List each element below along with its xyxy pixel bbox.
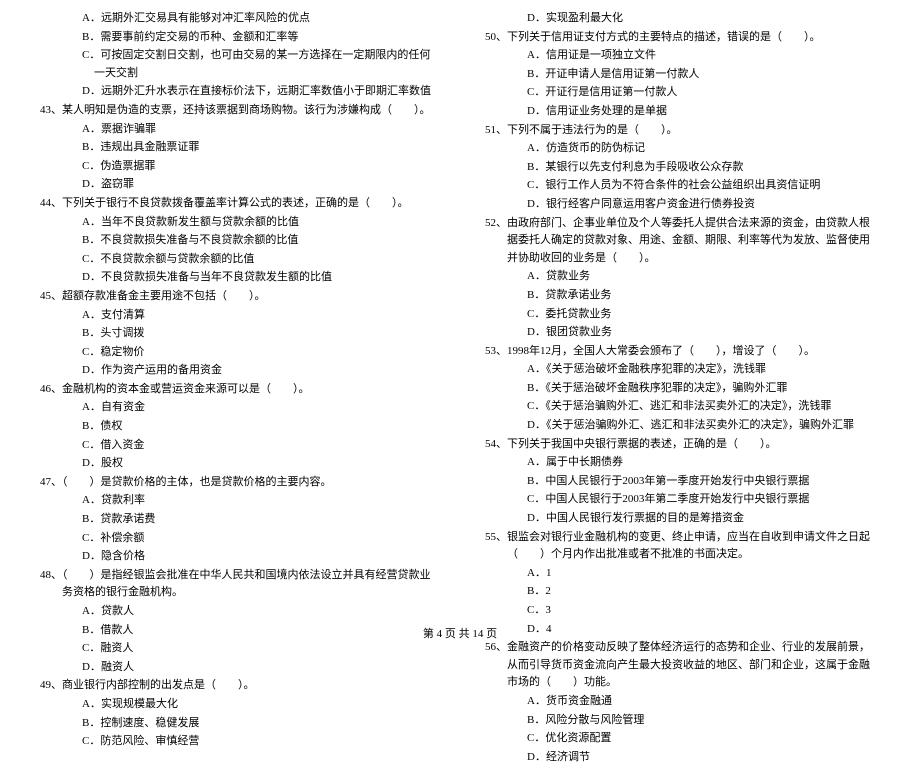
option: C．《关于惩治骗购外汇、逃汇和非法买卖外汇的决定》，洗钱罪 (485, 398, 880, 416)
question-53: 53、1998年12月，全国人大常委会颁布了（ ），增设了（ ）。 (485, 343, 880, 361)
question-44: 44、下列关于银行不良贷款拨备覆盖率计算公式的表述，正确的是（ ）。 (40, 195, 435, 213)
option: B．债权 (40, 418, 435, 436)
option: B．2 (485, 583, 880, 601)
question-54: 54、下列关于我国中央银行票据的表述，正确的是（ ）。 (485, 436, 880, 454)
option: A．贷款人 (40, 603, 435, 621)
option: D．实现盈利最大化 (485, 10, 880, 28)
option: D．不良贷款损失准备与当年不良贷款发生额的比值 (40, 269, 435, 287)
option: A．货币资金融通 (485, 693, 880, 711)
option: C．优化资源配置 (485, 730, 880, 748)
question-48: 48、（ ）是指经银监会批准在中华人民共和国境内依法设立并具有经营贷款业务资格的… (40, 567, 435, 602)
option: A．属于中长期债券 (485, 454, 880, 472)
option: B．某银行以先支付利息为手段吸收公众存款 (485, 159, 880, 177)
option: B．贷款承诺费 (40, 511, 435, 529)
option: C．防范风险、审慎经营 (40, 733, 435, 751)
question-50: 50、下列关于信用证支付方式的主要特点的描述，错误的是（ ）。 (485, 29, 880, 47)
option: A．仿造货币的防伪标记 (485, 140, 880, 158)
left-column: A．远期外汇交易具有能够对冲汇率风险的优点 B．需要事前约定交易的币种、金额和汇… (30, 10, 460, 590)
option: B．头寸调拨 (40, 325, 435, 343)
option: C．委托贷款业务 (485, 306, 880, 324)
option: C．不良贷款余额与贷款余额的比值 (40, 251, 435, 269)
option: D．盗窃罪 (40, 176, 435, 194)
option: A．信用证是一项独立文件 (485, 47, 880, 65)
option: D．隐含价格 (40, 548, 435, 566)
option: D．银团贷款业务 (485, 324, 880, 342)
option: D．中国人民银行发行票据的目的是筹措资金 (485, 510, 880, 528)
option: D．信用证业务处理的是单据 (485, 103, 880, 121)
question-52: 52、由政府部门、企事业单位及个人等委托人提供合法来源的资金，由贷款人根据委托人… (485, 215, 880, 268)
question-55: 55、银监会对银行业金融机构的变更、终止申请，应当在自收到申请文件之日起（ ）个… (485, 529, 880, 564)
page-footer: 第 4 页 共 14 页 (0, 626, 920, 644)
option: A．自有资金 (40, 399, 435, 417)
question-45: 45、超额存款准备金主要用途不包括（ ）。 (40, 288, 435, 306)
option: C．伪造票据罪 (40, 158, 435, 176)
option: B．控制速度、稳健发展 (40, 715, 435, 733)
option: B．不良贷款损失准备与不良贷款余额的比值 (40, 232, 435, 250)
option: B．开证申请人是信用证第一付款人 (485, 66, 880, 84)
document-page: A．远期外汇交易具有能够对冲汇率风险的优点 B．需要事前约定交易的币种、金额和汇… (0, 0, 920, 620)
option: A．1 (485, 565, 880, 583)
option: B．违规出具金融票证罪 (40, 139, 435, 157)
option: B．中国人民银行于2003年第一季度开始发行中央银行票据 (485, 473, 880, 491)
option: C．补偿余额 (40, 530, 435, 548)
option: A．实现规模最大化 (40, 696, 435, 714)
option: D．股权 (40, 455, 435, 473)
question-49: 49、商业银行内部控制的出发点是（ ）。 (40, 677, 435, 695)
question-47: 47、（ ）是贷款价格的主体，也是贷款价格的主要内容。 (40, 474, 435, 492)
option: C．银行工作人员为不符合条件的社会公益组织出具资信证明 (485, 177, 880, 195)
option: A．票据诈骗罪 (40, 121, 435, 139)
option: C．3 (485, 602, 880, 620)
option: A．支付清算 (40, 307, 435, 325)
option: A．《关于惩治破坏金融秩序犯罪的决定》，洗钱罪 (485, 361, 880, 379)
option: B．需要事前约定交易的币种、金额和汇率等 (40, 29, 435, 47)
question-43: 43、某人明知是伪造的支票，还持该票据到商场购物。该行为涉嫌构成（ ）。 (40, 102, 435, 120)
question-46: 46、金融机构的资本金或营运资金来源可以是（ ）。 (40, 381, 435, 399)
option: B．贷款承诺业务 (485, 287, 880, 305)
option: A．当年不良贷款新发生额与贷款余额的比值 (40, 214, 435, 232)
option: C．开证行是信用证第一付款人 (485, 84, 880, 102)
option: C．借入资金 (40, 437, 435, 455)
option: B．《关于惩治破坏金融秩序犯罪的决定》，骗购外汇罪 (485, 380, 880, 398)
option: A．远期外汇交易具有能够对冲汇率风险的优点 (40, 10, 435, 28)
option: B．风险分散与风险管理 (485, 712, 880, 730)
option: C．中国人民银行于2003年第二季度开始发行中央银行票据 (485, 491, 880, 509)
option: C．稳定物价 (40, 344, 435, 362)
option: D．银行经客户同意运用客户资金进行债券投资 (485, 196, 880, 214)
question-56: 56、金融资产的价格变动反映了整体经济运行的态势和企业、行业的发展前景，从而引导… (485, 639, 880, 692)
option: C．可按固定交割日交割，也可由交易的某一方选择在一定期限内的任何一天交割 (40, 47, 435, 82)
option: A．贷款利率 (40, 492, 435, 510)
option: D．《关于惩治骗购外汇、逃汇和非法买卖外汇的决定》，骗购外汇罪 (485, 417, 880, 435)
option: D．远期外汇升水表示在直接标价法下，远期汇率数值小于即期汇率数值 (40, 83, 435, 101)
option: D．经济调节 (485, 749, 880, 766)
option: D．作为资产运用的备用资金 (40, 362, 435, 380)
option: D．融资人 (40, 659, 435, 677)
option: A．贷款业务 (485, 268, 880, 286)
question-51: 51、下列不属于违法行为的是（ ）。 (485, 122, 880, 140)
right-column: D．实现盈利最大化 50、下列关于信用证支付方式的主要特点的描述，错误的是（ ）… (460, 10, 890, 590)
